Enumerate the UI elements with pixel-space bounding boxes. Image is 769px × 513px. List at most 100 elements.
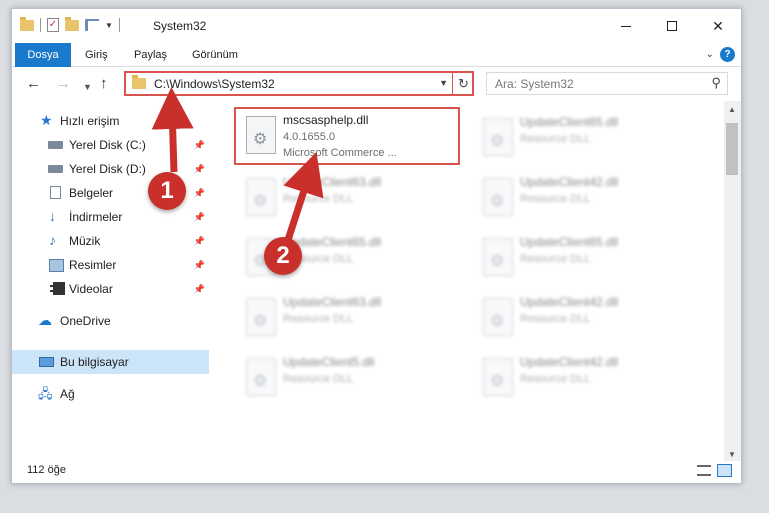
file-description: Microsoft Commerce ... — [283, 147, 397, 159]
documents-icon — [50, 186, 61, 199]
refresh-button[interactable]: ↻ — [452, 71, 474, 96]
download-icon: ↓ — [49, 208, 56, 224]
maximize-button[interactable] — [649, 9, 695, 43]
sidebar-item-quick-access[interactable]: ★ Hızlı erişim — [12, 109, 209, 133]
file-type: Resource DLL — [283, 313, 354, 325]
file-tile[interactable]: UpdateClient42.dll Resource DLL — [471, 169, 697, 227]
tab-share[interactable]: Paylaş — [134, 43, 167, 67]
forward-arrow-icon[interactable]: → — [56, 76, 71, 92]
step-1-badge: 1 — [148, 172, 186, 210]
file-name: UpdateClient65.dll — [520, 115, 619, 129]
sidebar-item-downloads[interactable]: ↓ İndirmeler 📌 — [12, 205, 209, 229]
file-tile[interactable]: UpdateClient42.dll Resource DLL — [471, 289, 697, 347]
dll-file-icon — [246, 298, 276, 336]
step-2-badge: 2 — [264, 237, 302, 275]
close-button[interactable]: ✕ — [695, 9, 741, 43]
tab-file[interactable]: Dosya — [15, 43, 71, 67]
pin-icon[interactable]: 📌 — [194, 212, 205, 223]
file-tile[interactable]: UpdateClient42.dll Resource DLL — [471, 349, 697, 407]
details-view-icon[interactable] — [697, 465, 711, 476]
file-version: 4.0.1655.0 — [283, 131, 335, 143]
scroll-thumb[interactable] — [726, 123, 738, 175]
scroll-up-icon[interactable]: ▲ — [728, 105, 736, 114]
sidebar-item-this-pc[interactable]: Bu bilgisayar — [12, 350, 209, 374]
minimize-icon — [621, 25, 631, 27]
file-tile[interactable]: UpdateClient63.dll Resource DLL — [234, 169, 460, 227]
new-folder-icon[interactable] — [65, 16, 79, 31]
sidebar-item-pictures[interactable]: Resimler 📌 — [12, 253, 209, 277]
search-icon[interactable]: ⚲ — [711, 75, 721, 91]
dll-file-icon — [483, 118, 513, 156]
search-input[interactable]: Ara: System32 ⚲ — [486, 72, 728, 95]
sidebar-item-videos[interactable]: Videolar 📌 — [12, 277, 209, 301]
quick-access-toolbar: ✓ ▼ — [20, 16, 120, 32]
star-icon: ★ — [40, 112, 53, 128]
expand-ribbon-icon[interactable]: ⌄ — [706, 49, 714, 60]
file-tile[interactable]: UpdateClient5.dll Resource DLL — [234, 349, 460, 407]
item-count: 112 öğe — [27, 464, 66, 476]
music-icon: ♪ — [49, 232, 56, 248]
pin-icon[interactable]: 📌 — [194, 188, 205, 199]
recent-locations-icon[interactable]: ▼ — [83, 79, 92, 95]
drive-icon — [48, 141, 63, 149]
folder-icon — [132, 75, 146, 89]
dll-file-icon — [483, 178, 513, 216]
onedrive-icon: ☁ — [38, 312, 52, 328]
dll-file-icon — [483, 238, 513, 276]
sidebar-item-music[interactable]: ♪ Müzik 📌 — [12, 229, 209, 253]
pin-icon[interactable]: 📌 — [194, 236, 205, 247]
sidebar-item-local-disk-c[interactable]: Yerel Disk (C:) 📌 — [12, 133, 209, 157]
dll-file-icon — [246, 116, 276, 154]
sidebar-item-network[interactable]: 🖧 Ağ — [12, 382, 209, 406]
pin-icon[interactable]: 📌 — [194, 284, 205, 295]
large-icons-view-icon[interactable] — [717, 464, 732, 477]
pin-icon[interactable]: 📌 — [194, 260, 205, 271]
address-path[interactable]: C:\Windows\System32 — [154, 77, 275, 91]
pin-icon[interactable]: 📌 — [194, 140, 205, 151]
chevron-down-icon[interactable]: ▼ — [439, 78, 448, 88]
help-icon[interactable]: ? — [720, 47, 735, 62]
scroll-down-icon[interactable]: ▼ — [728, 450, 736, 459]
file-name: mscsasphelp.dll — [283, 113, 369, 127]
up-arrow-icon[interactable]: ↑ — [100, 76, 108, 92]
title-bar: ✓ ▼ System32 ✕ — [12, 9, 741, 43]
file-name: UpdateClient42.dll — [520, 295, 619, 309]
file-type: Resource DLL — [520, 193, 591, 205]
file-name: UpdateClient42.dll — [520, 355, 619, 369]
toolbar-separator — [118, 18, 120, 32]
address-bar[interactable]: C:\Windows\System32 ▼ ↻ — [124, 71, 474, 96]
close-icon: ✕ — [712, 17, 724, 34]
properties-check-icon[interactable]: ✓ — [47, 18, 59, 32]
dll-file-icon — [246, 358, 276, 396]
navigation-bar: ← → ▼ ↑ C:\Windows\System32 ▼ ↻ Ara: Sys… — [12, 67, 741, 101]
navigation-pane: ★ Hızlı erişim Yerel Disk (C:) 📌 Yerel D… — [12, 101, 209, 461]
file-tile[interactable]: UpdateClient65.dll Resource DLL — [471, 109, 697, 167]
customize-icon[interactable] — [85, 19, 99, 31]
file-tile-highlighted[interactable]: mscsasphelp.dll 4.0.1655.0 Microsoft Com… — [234, 107, 460, 165]
dll-file-icon — [483, 298, 513, 336]
file-type: Resource DLL — [520, 373, 591, 385]
minimize-button[interactable] — [603, 9, 649, 43]
chevron-down-icon[interactable]: ▼ — [105, 21, 113, 30]
drive-icon — [48, 165, 63, 173]
folder-icon — [20, 16, 34, 31]
dll-file-icon — [246, 178, 276, 216]
status-bar: 112 öğe — [12, 459, 741, 483]
tab-view[interactable]: Görünüm — [192, 43, 238, 67]
toolbar-separator — [40, 18, 41, 32]
sidebar-item-onedrive[interactable]: ☁ OneDrive — [12, 309, 209, 333]
tab-home[interactable]: Giriş — [85, 43, 108, 67]
network-icon: 🖧 — [38, 386, 53, 401]
vertical-scrollbar[interactable]: ▲ ▼ — [724, 101, 741, 461]
pin-icon[interactable]: 📌 — [194, 164, 205, 175]
file-name: UpdateClient63.dll — [283, 175, 382, 189]
file-tile[interactable]: UpdateClient63.dll Resource DLL — [234, 289, 460, 347]
file-name: UpdateClient42.dll — [520, 175, 619, 189]
videos-icon — [50, 282, 65, 295]
file-type: Resource DLL — [520, 313, 591, 325]
pictures-icon — [49, 259, 64, 272]
file-name: UpdateClient63.dll — [283, 295, 382, 309]
window-title: System32 — [153, 19, 207, 33]
back-arrow-icon[interactable]: ← — [26, 76, 41, 92]
file-tile[interactable]: UpdateClient65.dll Resource DLL — [471, 229, 697, 287]
